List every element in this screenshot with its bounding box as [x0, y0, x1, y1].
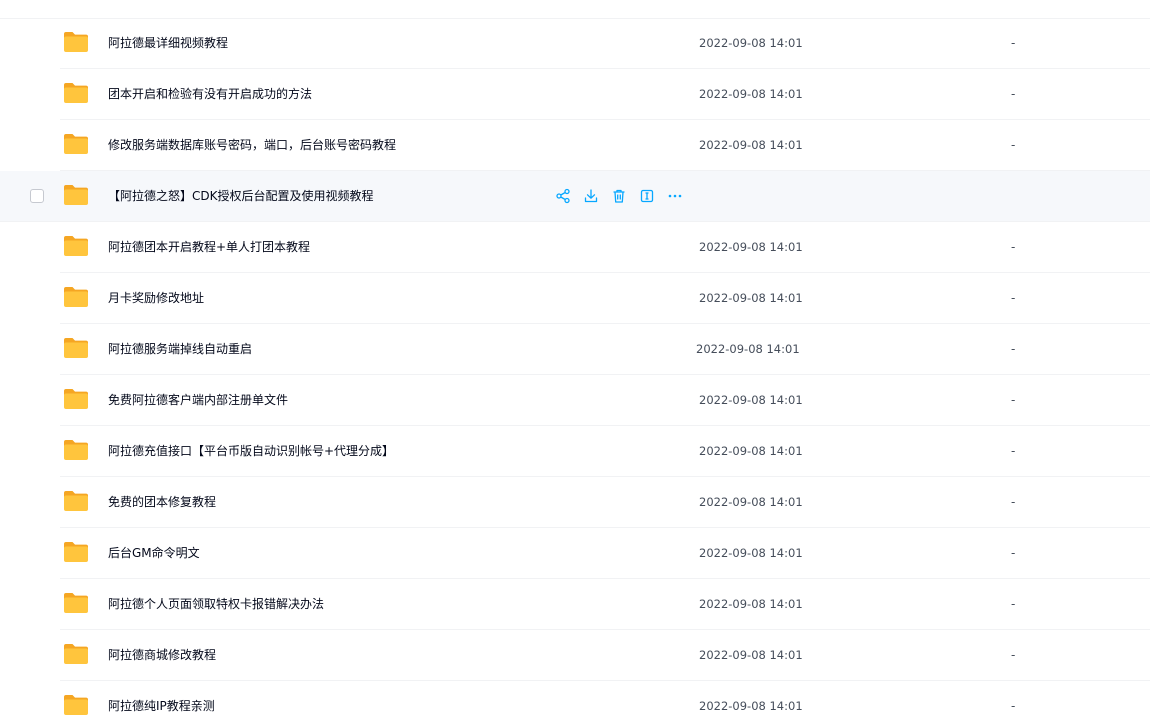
folder-icon — [63, 439, 89, 461]
file-row-hovered[interactable]: 【阿拉德之怒】CDK授权后台配置及使用视频教程 — [0, 171, 1150, 222]
file-row[interactable]: 月卡奖励修改地址 2022-09-08 14:01 - — [0, 273, 1150, 324]
file-size: - — [1011, 36, 1016, 50]
file-name[interactable]: 阿拉德商城修改教程 — [108, 646, 216, 664]
file-name[interactable]: 阿拉德团本开启教程+单人打团本教程 — [108, 238, 310, 256]
share-icon[interactable] — [554, 187, 572, 205]
list-row-partial[interactable] — [0, 0, 1150, 19]
file-size: - — [1011, 138, 1016, 152]
folder-icon — [63, 133, 89, 155]
file-row[interactable]: 后台GM命令明文 2022-09-08 14:01 - — [0, 528, 1150, 579]
file-row[interactable]: 免费的团本修复教程 2022-09-08 14:01 - — [0, 477, 1150, 528]
rename-icon[interactable] — [638, 187, 656, 205]
file-name[interactable]: 阿拉德纯IP教程亲测 — [108, 697, 215, 715]
modified-time: 2022-09-08 14:01 — [699, 291, 803, 305]
folder-icon — [63, 235, 89, 257]
modified-time: 2022-09-08 14:01 — [699, 240, 803, 254]
file-size: - — [1011, 342, 1016, 356]
file-name[interactable]: 免费的团本修复教程 — [108, 493, 216, 511]
row-actions — [554, 187, 694, 205]
modified-time: 2022-09-08 14:01 — [699, 87, 803, 101]
file-name[interactable]: 免费阿拉德客户端内部注册单文件 — [108, 391, 288, 409]
file-size: - — [1011, 291, 1016, 305]
modified-time: 2022-09-08 14:01 — [699, 495, 803, 509]
file-size: - — [1011, 597, 1016, 611]
file-row[interactable]: 阿拉德充值接口【平台币版自动识别帐号+代理分成】 2022-09-08 14:0… — [0, 426, 1150, 477]
folder-icon — [63, 286, 89, 308]
file-name[interactable]: 阿拉德充值接口【平台币版自动识别帐号+代理分成】 — [108, 442, 394, 460]
file-size: - — [1011, 87, 1016, 101]
folder-icon — [63, 592, 89, 614]
folder-icon — [63, 490, 89, 512]
file-name[interactable]: 【阿拉德之怒】CDK授权后台配置及使用视频教程 — [108, 187, 374, 205]
file-row[interactable]: 修改服务端数据库账号密码，端口，后台账号密码教程 2022-09-08 14:0… — [0, 120, 1150, 171]
modified-time: 2022-09-08 14:01 — [699, 546, 803, 560]
folder-icon — [63, 388, 89, 410]
folder-icon — [63, 82, 89, 104]
modified-time: 2022-09-08 14:01 — [699, 699, 803, 713]
row-checkbox[interactable] — [30, 189, 44, 203]
file-row[interactable]: 团本开启和检验有没有开启成功的方法 2022-09-08 14:01 - — [0, 69, 1150, 120]
folder-icon — [63, 337, 89, 359]
file-list: 阿拉德最详细视频教程 2022-09-08 14:01 - 团本开启和检验有没有… — [0, 0, 1150, 723]
modified-time: 2022-09-08 14:01 — [699, 36, 803, 50]
modified-time: 2022-09-08 14:01 — [699, 393, 803, 407]
file-name[interactable]: 后台GM命令明文 — [108, 544, 200, 562]
file-name[interactable]: 团本开启和检验有没有开启成功的方法 — [108, 85, 312, 103]
download-icon[interactable] — [582, 187, 600, 205]
modified-time: 2022-09-08 14:01 — [699, 597, 803, 611]
folder-icon — [63, 541, 89, 563]
modified-time: 2022-09-08 14:01 — [699, 648, 803, 662]
modified-time: 2022-09-08 14:01 — [696, 342, 800, 356]
file-row[interactable]: 阿拉德团本开启教程+单人打团本教程 2022-09-08 14:01 - — [0, 222, 1150, 273]
folder-icon — [63, 184, 89, 206]
file-name[interactable]: 阿拉德个人页面领取特权卡报错解决办法 — [108, 595, 324, 613]
file-row[interactable]: 阿拉德服务端掉线自动重启 2022-09-08 14:01 - — [0, 324, 1150, 375]
file-row[interactable]: 阿拉德纯IP教程亲测 2022-09-08 14:01 - — [0, 681, 1150, 723]
folder-icon — [63, 643, 89, 665]
modified-time: 2022-09-08 14:01 — [699, 444, 803, 458]
modified-time: 2022-09-08 14:01 — [699, 138, 803, 152]
file-name[interactable]: 月卡奖励修改地址 — [108, 289, 204, 307]
file-row[interactable]: 阿拉德商城修改教程 2022-09-08 14:01 - — [0, 630, 1150, 681]
file-name[interactable]: 阿拉德服务端掉线自动重启 — [108, 340, 252, 358]
file-size: - — [1011, 699, 1016, 713]
file-size: - — [1011, 495, 1016, 509]
file-size: - — [1011, 546, 1016, 560]
file-size: - — [1011, 648, 1016, 662]
more-icon[interactable] — [666, 187, 684, 205]
file-row[interactable]: 阿拉德个人页面领取特权卡报错解决办法 2022-09-08 14:01 - — [0, 579, 1150, 630]
file-size: - — [1011, 444, 1016, 458]
file-size: - — [1011, 240, 1016, 254]
delete-icon[interactable] — [610, 187, 628, 205]
file-name[interactable]: 阿拉德最详细视频教程 — [108, 34, 228, 52]
file-size: - — [1011, 393, 1016, 407]
file-name[interactable]: 修改服务端数据库账号密码，端口，后台账号密码教程 — [108, 136, 396, 154]
file-row[interactable]: 免费阿拉德客户端内部注册单文件 2022-09-08 14:01 - — [0, 375, 1150, 426]
folder-icon — [63, 694, 89, 716]
file-row[interactable]: 阿拉德最详细视频教程 2022-09-08 14:01 - — [0, 18, 1150, 69]
folder-icon — [63, 31, 89, 53]
